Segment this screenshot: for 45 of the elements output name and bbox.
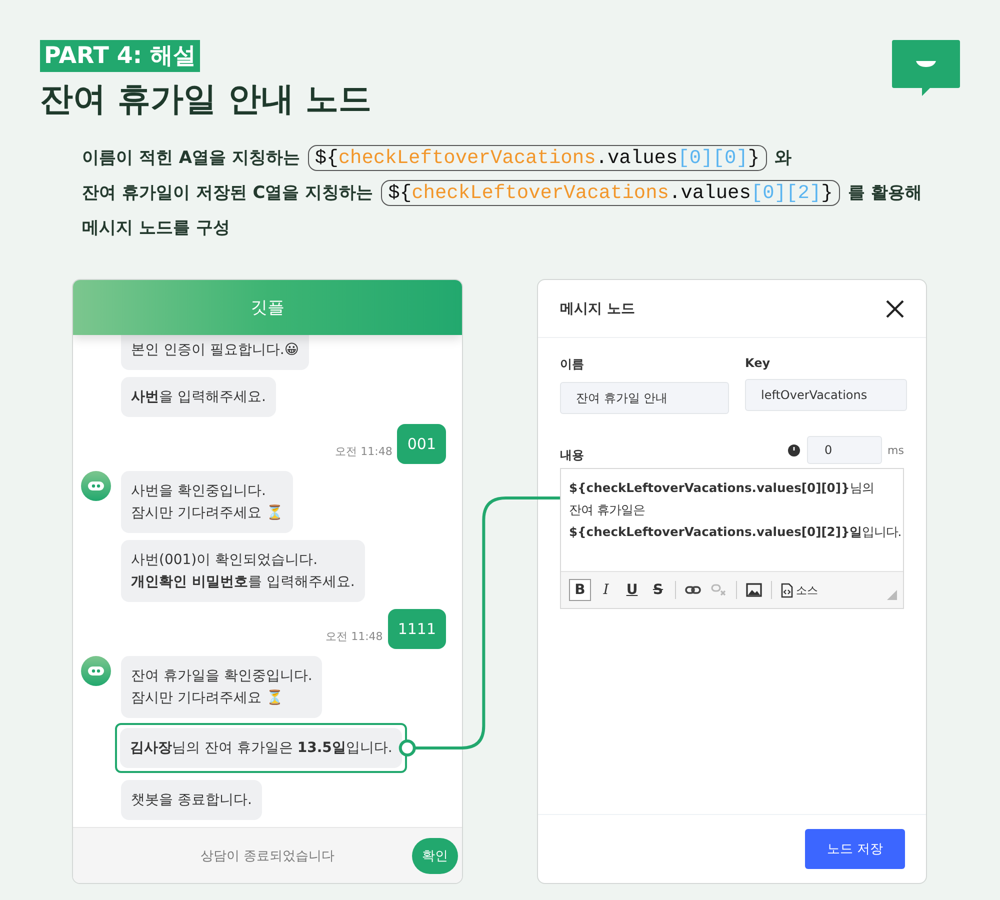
chat-header: 깃플 [73,280,462,335]
description-text: 메시지 노드를 구성 [82,217,230,239]
editor-text[interactable]: ${checkLeftoverVacations.values[0][0]}님의 잔여 휴가일은 ${checkLeftoverVacations.values[0][2]}일입니다. [561,469,903,571]
dialog-title: 메시지 노드 [560,300,635,318]
description-text: 를 활용해 [848,182,922,204]
field-label: 이름 [560,356,585,373]
unit-label: ms [888,444,904,456]
field-label: 내용 [560,446,585,464]
description-text: 와 [774,147,792,169]
chat-bubble: 잔여 휴가일을 확인중입니다. 잠시만 기다려주세요 ⏳ [121,656,322,718]
field-label: Key [745,356,772,370]
link-icon [685,584,701,596]
timer-icon [786,443,801,457]
message-time: 오전 11:48 [326,629,383,644]
chat-bubble: 김사장님의 잔여 휴가일은 13.5일입니다. [120,728,402,768]
user-bubble: 1111 [388,609,446,649]
save-button[interactable]: 노드 저장 [804,829,905,869]
document-code-icon [781,582,793,598]
part-label: PART 4: 해설 [40,40,200,72]
input-field[interactable]: leftOverVacations [745,379,907,411]
chat-icon [892,40,960,96]
underline-button[interactable]: U [621,579,643,601]
strike-button[interactable]: S [647,579,669,601]
chat-bubble: 챗봇을 종료합니다. [121,780,262,820]
message-time: 오전 11:48 [335,444,392,459]
code-expression: ${checkLeftoverVacations.values[0][0]} [308,144,767,170]
bold-button[interactable]: B [569,579,591,601]
image-icon [746,583,762,597]
close-icon[interactable] [886,300,904,318]
chat-bubble: 사번을 입력해주세요. [121,377,276,417]
chat-bubble: 사번(001)이 확인되었습니다. 개인확인 비밀번호를 입력해주세요. [121,540,365,602]
input-field[interactable]: 잔여 휴가일 안내 [560,382,729,414]
user-bubble: 001 [397,424,446,464]
resize-handle-icon[interactable] [887,590,897,600]
status-text: 상담이 종료되었습니다 [200,848,335,864]
source-button[interactable]: 소스 [778,579,821,601]
page-title: 잔여 휴가일 안내 노드 [40,78,372,120]
delay-input[interactable]: 0 [806,436,882,464]
description-text: 잔여 휴가일이 저장된 C열을 지칭하는 [82,182,374,204]
description-text: 이름이 적힌 A열을 지칭하는 [82,147,300,169]
code-expression: ${checkLeftoverVacations.values[0][2]} [381,180,840,206]
unlink-icon [711,583,727,597]
chat-bubble: 본인 인증이 필요합니다.😀 [121,335,309,370]
italic-button[interactable]: I [595,579,617,601]
chat-bubble: 사번을 확인중입니다. 잠시만 기다려주세요 ⏳ [121,471,293,533]
